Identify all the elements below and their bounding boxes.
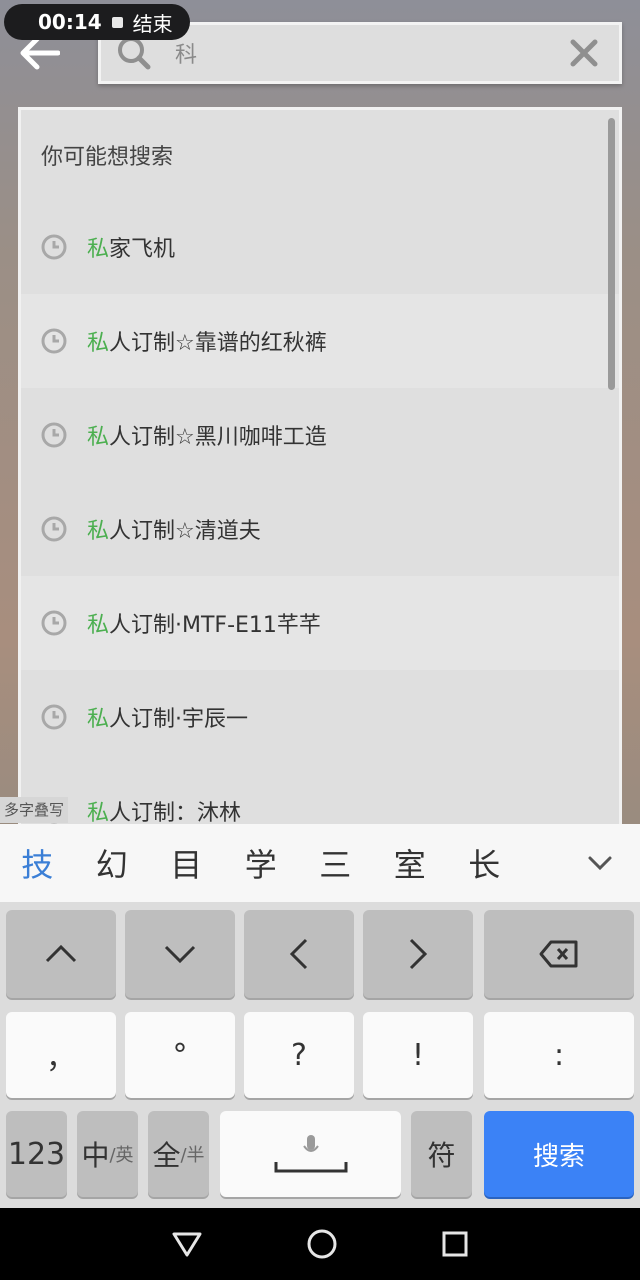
candidate-item[interactable]: 技 — [0, 840, 75, 886]
suggestion-text: 人订制☆靠谱的红秋裤 — [109, 331, 327, 356]
suggestion-item[interactable]: 私人订制☆黑川咖啡工造 — [21, 388, 619, 482]
clock-icon — [41, 516, 67, 542]
suggestion-highlight: 私 — [87, 425, 110, 450]
suggestion-highlight: 私 — [87, 237, 110, 262]
backspace-key[interactable] — [484, 910, 634, 998]
clock-icon — [41, 610, 67, 636]
collapse-keyboard-button[interactable] — [570, 833, 630, 893]
chevron-down-icon — [588, 856, 612, 871]
suggestion-text: 人订制·MTF-E11芊芊 — [109, 613, 321, 638]
suggestion-text: 家飞机 — [109, 237, 176, 262]
suggestion-highlight: 私 — [87, 519, 110, 544]
cursor-left-key[interactable] — [244, 910, 354, 998]
suggestion-highlight: 私 — [87, 331, 110, 356]
clock-icon — [41, 234, 67, 260]
punct-key[interactable]: ! — [363, 1012, 473, 1098]
lang-sub-label: /英 — [109, 1145, 134, 1166]
recents-square-icon[interactable] — [441, 1230, 469, 1258]
chevron-up-icon — [45, 944, 77, 963]
stop-icon — [111, 16, 123, 28]
suggestion-text: 人订制☆黑川咖啡工造 — [109, 425, 327, 450]
keyboard: ， ° ? ! : 123 中/英 全/半 符 搜索 — [0, 902, 640, 1208]
suggestion-highlight: 私 — [87, 801, 110, 824]
suggestion-text: 人订制☆清道夫 — [109, 519, 261, 544]
width-main-label: 全 — [152, 1139, 181, 1172]
candidate-item[interactable]: 三 — [298, 840, 373, 886]
width-sub-label: /半 — [180, 1145, 205, 1166]
candidate-item[interactable]: 学 — [224, 840, 299, 886]
candidate-item[interactable]: 长 — [447, 840, 522, 886]
suggestion-item[interactable]: 私家飞机 — [21, 200, 619, 294]
space-bar-icon — [274, 1162, 347, 1173]
lang-switch-key[interactable]: 中/英 — [77, 1111, 138, 1197]
suggestion-item[interactable]: 私人订制：沐林 — [21, 764, 619, 824]
lang-main-label: 中 — [81, 1139, 110, 1172]
candidate-item[interactable]: 室 — [373, 840, 448, 886]
chevron-right-icon — [409, 938, 428, 970]
suggestion-highlight: 私 — [87, 613, 110, 638]
suggestion-item[interactable]: 私人订制·宇辰一 — [21, 670, 619, 764]
clock-icon — [41, 422, 67, 448]
candidate-item[interactable]: 目 — [149, 840, 224, 886]
chevron-down-icon — [164, 945, 196, 964]
screen-recorder-pill[interactable]: 00:14 结束 — [4, 4, 190, 40]
candidate-item[interactable]: 幻 — [75, 840, 150, 886]
recorder-time: 00:14 — [38, 10, 102, 34]
punct-key[interactable]: ， — [6, 1012, 116, 1098]
navigation-bar — [0, 1208, 640, 1280]
punct-key[interactable]: : — [484, 1012, 634, 1098]
recorder-end-label: 结束 — [132, 11, 173, 36]
clock-icon — [41, 328, 67, 354]
suggestion-item[interactable]: 私人订制·MTF-E11芊芊 — [21, 576, 619, 670]
punct-key[interactable]: ° — [125, 1012, 235, 1098]
cursor-down-key[interactable] — [125, 910, 235, 998]
backspace-icon — [539, 940, 578, 968]
number-keyboard-key[interactable]: 123 — [6, 1111, 67, 1197]
search-input[interactable] — [153, 25, 567, 81]
suggestion-text: 人订制：沐林 — [109, 801, 242, 824]
home-circle-icon[interactable] — [306, 1228, 338, 1260]
suggestions-panel: 你可能想搜索 私家飞机 私人订制☆靠谱的红秋裤 私人订制☆黑川咖啡工造 私人订制… — [18, 107, 622, 824]
suggestion-item[interactable]: 私人订制☆清道夫 — [21, 482, 619, 576]
symbol-key[interactable]: 符 — [411, 1111, 472, 1197]
chevron-left-icon — [289, 938, 308, 970]
scrollbar[interactable] — [608, 118, 615, 390]
handwrite-mode-tag[interactable]: 多字叠写 — [0, 797, 69, 823]
suggestion-item[interactable]: 私人订制☆靠谱的红秋裤 — [21, 294, 619, 388]
cursor-right-key[interactable] — [363, 910, 473, 998]
search-key[interactable]: 搜索 — [484, 1111, 634, 1197]
arrow-left-icon — [20, 36, 60, 70]
close-icon[interactable] — [567, 36, 601, 70]
back-triangle-icon[interactable] — [171, 1230, 203, 1258]
candidate-bar: 技 幻 目 学 三 室 长 — [0, 824, 640, 902]
clock-icon — [41, 704, 67, 730]
suggestions-header: 你可能想搜索 — [41, 145, 174, 170]
space-key[interactable] — [220, 1111, 401, 1197]
suggestion-text: 人订制·宇辰一 — [109, 707, 249, 732]
microphone-icon — [302, 1135, 319, 1152]
width-switch-key[interactable]: 全/半 — [148, 1111, 209, 1197]
cursor-up-key[interactable] — [6, 910, 116, 998]
punct-key[interactable]: ? — [244, 1012, 354, 1098]
suggestion-highlight: 私 — [87, 707, 110, 732]
